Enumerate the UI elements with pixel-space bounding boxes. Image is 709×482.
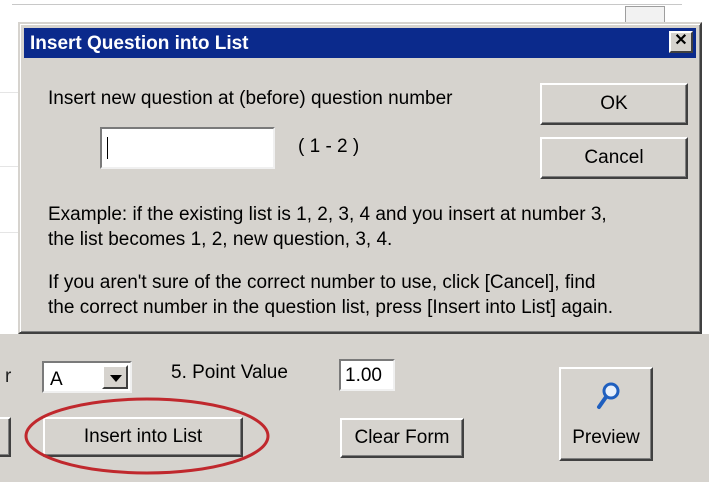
example-line: Example: if the existing list is 1, 2, 3… (48, 204, 607, 225)
dialog-title: Insert Question into List (30, 33, 249, 54)
advice-line: the correct number in the question list,… (48, 297, 614, 318)
close-button[interactable]: ✕ (669, 31, 693, 53)
clipped-label-fragment: r (5, 366, 12, 387)
cancel-button[interactable]: Cancel (540, 137, 688, 179)
question-number-input[interactable] (100, 127, 275, 169)
preview-button[interactable]: Preview (559, 367, 653, 461)
example-text: Example: if the existing list is 1, 2, 3… (48, 202, 688, 252)
question-number-prompt: Insert new question at (before) question… (48, 88, 453, 109)
point-value-label: 5. Point Value (171, 362, 288, 383)
dialog-titlebar[interactable]: Insert Question into List ✕ (24, 28, 696, 58)
answer-select-dropdown-button[interactable] (102, 365, 128, 389)
point-value-input[interactable]: 1.00 (339, 359, 395, 391)
chevron-down-icon (110, 375, 122, 382)
magnifier-icon (596, 381, 622, 417)
close-icon: ✕ (674, 32, 688, 49)
clear-form-button[interactable]: Clear Form (340, 418, 464, 458)
advice-text: If you aren't sure of the correct number… (48, 270, 688, 320)
advice-line: If you aren't sure of the correct number… (48, 272, 596, 293)
example-line: the list becomes 1, 2, new question, 3, … (48, 229, 393, 250)
clipped-button[interactable] (0, 417, 11, 457)
valid-range-hint: ( 1 - 2 ) (298, 136, 360, 157)
answer-select[interactable]: A (42, 361, 132, 393)
ok-button[interactable]: OK (540, 83, 688, 125)
text-caret (107, 137, 108, 159)
answer-select-value: A (50, 369, 63, 390)
insert-into-list-button[interactable]: Insert into List (43, 417, 243, 457)
insert-question-dialog: Insert Question into List ✕ Insert new q… (18, 22, 702, 334)
preview-button-label: Preview (572, 427, 640, 448)
